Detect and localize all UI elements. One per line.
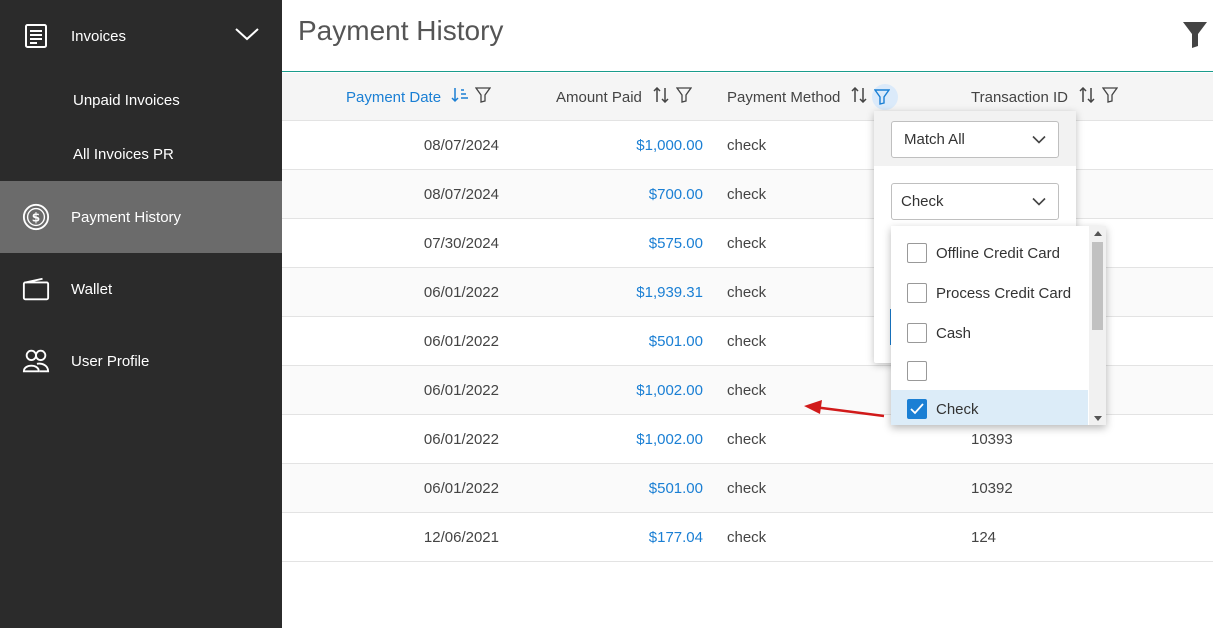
scrollbar[interactable]	[1089, 226, 1106, 425]
payment-date-cell: 07/30/2024	[423, 234, 499, 252]
payment-method-cell: check	[727, 185, 767, 203]
payment-date-cell: 06/01/2022	[423, 332, 499, 350]
amount-paid-link[interactable]: $1,939.31	[499, 268, 703, 316]
dollar-icon: $	[22, 203, 50, 231]
payment-method-cell: check	[727, 381, 767, 399]
amount-paid-link[interactable]: $1,000.00	[499, 121, 703, 169]
payment-date-cell: 06/01/2022	[423, 381, 499, 399]
checkbox[interactable]	[907, 243, 927, 263]
sort-icon[interactable]	[652, 86, 676, 107]
payment-date-cell: 08/07/2024	[423, 185, 499, 203]
payment-date-cell: 08/07/2024	[423, 136, 499, 154]
page-title: Payment History	[298, 15, 504, 46]
annotation-arrow-icon	[800, 396, 890, 427]
sidebar-item-wallet[interactable]: Wallet	[0, 253, 282, 325]
payment-date-cell: 06/01/2022	[423, 430, 499, 448]
checkbox[interactable]	[907, 283, 927, 303]
scroll-up-icon[interactable]	[1089, 226, 1106, 240]
match-mode-value: Match All	[904, 131, 965, 148]
filter-icon[interactable]	[474, 87, 497, 107]
sidebar-item-label: User Profile	[71, 352, 150, 370]
payment-method-cell: check	[727, 136, 767, 154]
scroll-down-icon[interactable]	[1089, 411, 1106, 425]
sidebar-item-label: Wallet	[71, 280, 113, 298]
chevron-down-icon[interactable]	[234, 26, 260, 46]
payment-method-cell: check	[727, 479, 767, 497]
column-payment-method[interactable]: Payment Method	[727, 73, 899, 121]
amount-paid-link[interactable]: $177.04	[499, 513, 703, 561]
scrollbar-thumb[interactable]	[1092, 242, 1103, 330]
sidebar: Invoices Unpaid Invoices All Invoices PR…	[0, 0, 282, 628]
filter-icon[interactable]	[675, 87, 698, 107]
filter-icon[interactable]	[872, 84, 899, 110]
sort-icon[interactable]	[1078, 86, 1102, 107]
filter-value-dropdown[interactable]: Check	[891, 183, 1059, 220]
transaction-id-cell: 10392	[971, 479, 1013, 497]
table-row[interactable]: 12/06/2021 $177.04 check 124	[282, 513, 1213, 562]
users-icon	[22, 347, 50, 375]
sidebar-item-label: Unpaid Invoices	[73, 91, 180, 109]
option-cash[interactable]: Cash	[891, 314, 1088, 352]
payment-method-cell: check	[727, 332, 767, 350]
sort-descending-icon[interactable]	[451, 87, 475, 107]
amount-paid-link[interactable]: $501.00	[499, 464, 703, 512]
sidebar-item-label: Invoices	[71, 27, 127, 45]
sidebar-item-label: All Invoices PR	[73, 145, 174, 163]
filter-value: Check	[901, 193, 944, 210]
payment-date-cell: 06/01/2022	[423, 479, 499, 497]
column-payment-date[interactable]: Payment Date	[346, 73, 497, 121]
chevron-down-icon	[1032, 193, 1046, 210]
option-offline-credit-card[interactable]: Offline Credit Card	[891, 234, 1088, 272]
column-label: Payment Method	[727, 88, 841, 106]
payment-date-cell: 06/01/2022	[423, 283, 499, 301]
page-header: Payment History	[282, 0, 1213, 72]
sort-icon[interactable]	[850, 86, 874, 107]
invoice-icon	[22, 22, 50, 50]
sidebar-item-unpaid-invoices[interactable]: Unpaid Invoices	[0, 75, 282, 125]
column-label: Transaction ID	[971, 88, 1068, 106]
option-label: Check	[936, 400, 979, 418]
option-label: Offline Credit Card	[936, 244, 1060, 262]
table-row[interactable]: 06/01/2022 $501.00 check 10392	[282, 464, 1213, 513]
payment-date-cell: 12/06/2021	[423, 528, 499, 546]
column-label: Amount Paid	[556, 88, 642, 106]
amount-paid-link[interactable]: $1,002.00	[499, 366, 703, 414]
checkbox[interactable]	[907, 323, 927, 343]
filter-options-list: Offline Credit Card Process Credit Card …	[891, 226, 1106, 425]
sidebar-item-label: Payment History	[71, 208, 182, 226]
payment-method-cell: check	[727, 234, 767, 252]
sidebar-item-invoices[interactable]: Invoices	[0, 0, 282, 72]
column-label: Payment Date	[346, 88, 442, 106]
filter-icon[interactable]	[1101, 87, 1124, 107]
svg-text:$: $	[32, 211, 40, 225]
match-mode-dropdown[interactable]: Match All	[891, 121, 1059, 158]
checkbox-checked[interactable]	[907, 399, 927, 419]
payment-method-cell: check	[727, 430, 767, 448]
checkbox[interactable]	[907, 361, 927, 381]
amount-paid-link[interactable]: $1,002.00	[499, 415, 703, 463]
sidebar-item-payment-history[interactable]: $ Payment History	[0, 181, 282, 253]
option-process-credit-card[interactable]: Process Credit Card	[891, 274, 1088, 312]
chevron-down-icon	[1032, 131, 1046, 148]
option-blank[interactable]	[891, 352, 1088, 390]
option-check[interactable]: Check	[891, 390, 1088, 425]
amount-paid-link[interactable]: $575.00	[499, 219, 703, 267]
wallet-icon	[22, 275, 50, 303]
transaction-id-cell: 124	[971, 528, 997, 546]
payment-method-cell: check	[727, 528, 767, 546]
payment-method-cell: check	[727, 283, 767, 301]
sidebar-item-all-invoices-pr[interactable]: All Invoices PR	[0, 129, 282, 179]
amount-paid-link[interactable]: $700.00	[499, 170, 703, 218]
sidebar-item-user-profile[interactable]: User Profile	[0, 325, 282, 397]
option-label: Process Credit Card	[936, 284, 1072, 302]
filter-icon[interactable]	[1183, 22, 1207, 53]
option-label: Cash	[936, 324, 972, 342]
amount-paid-link[interactable]: $501.00	[499, 317, 703, 365]
column-amount-paid[interactable]: Amount Paid	[556, 73, 698, 121]
